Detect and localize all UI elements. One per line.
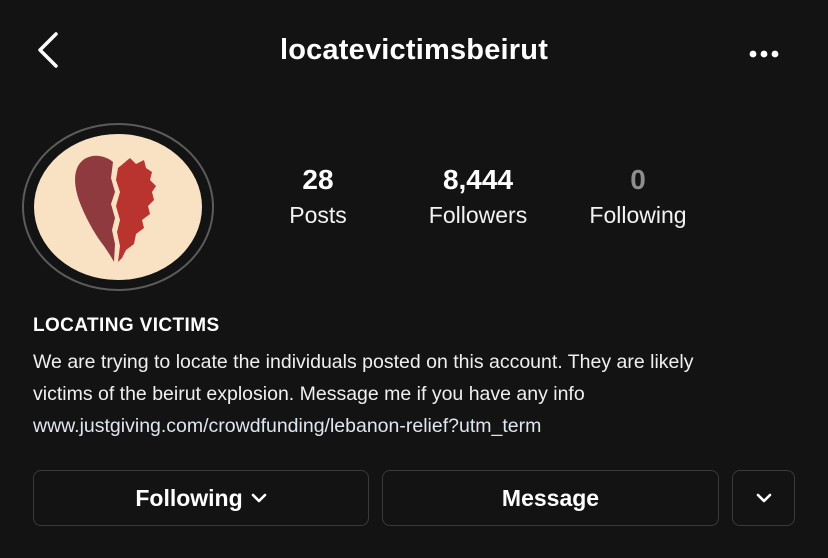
- bio-line-2: victims of the beirut explosion. Message…: [33, 383, 585, 405]
- bio-line-1: We are trying to locate the individuals …: [33, 351, 694, 373]
- profile-header: locatevictimsbeirut: [0, 0, 828, 104]
- bio-website-link[interactable]: www.justgiving.com/crowdfunding/lebanon-…: [33, 410, 813, 442]
- posts-label: Posts: [289, 202, 347, 228]
- following-count: 0: [630, 164, 646, 195]
- posts-count: 28: [302, 164, 334, 195]
- followers-count: 8,444: [442, 164, 514, 195]
- followers-label: Followers: [428, 202, 528, 228]
- profile-username-title: locatevictimsbeirut: [279, 34, 549, 66]
- avatar-image: [34, 134, 202, 280]
- more-options-button[interactable]: [740, 36, 788, 70]
- stat-posts[interactable]: 28 Posts: [268, 160, 368, 230]
- message-button[interactable]: Message: [382, 470, 719, 526]
- stat-followers[interactable]: 8,444 Followers: [412, 160, 544, 230]
- stat-following[interactable]: 0 Following: [576, 160, 700, 230]
- suggested-accounts-button[interactable]: [732, 470, 795, 526]
- profile-bio: LOCATING VICTIMS We are trying to locate…: [33, 312, 813, 442]
- profile-avatar[interactable]: [22, 123, 214, 291]
- chevron-down-icon: [251, 493, 266, 503]
- following-label: Following: [589, 202, 687, 228]
- broken-heart-lebanon-icon: [75, 155, 156, 262]
- following-button[interactable]: Following: [33, 470, 369, 526]
- message-button-label: Message: [501, 484, 600, 511]
- following-button-label: Following: [135, 484, 243, 511]
- bio-display-name: LOCATING VICTIMS: [33, 315, 220, 336]
- more-horizontal-icon: [749, 50, 779, 58]
- chevron-down-icon: [756, 493, 771, 503]
